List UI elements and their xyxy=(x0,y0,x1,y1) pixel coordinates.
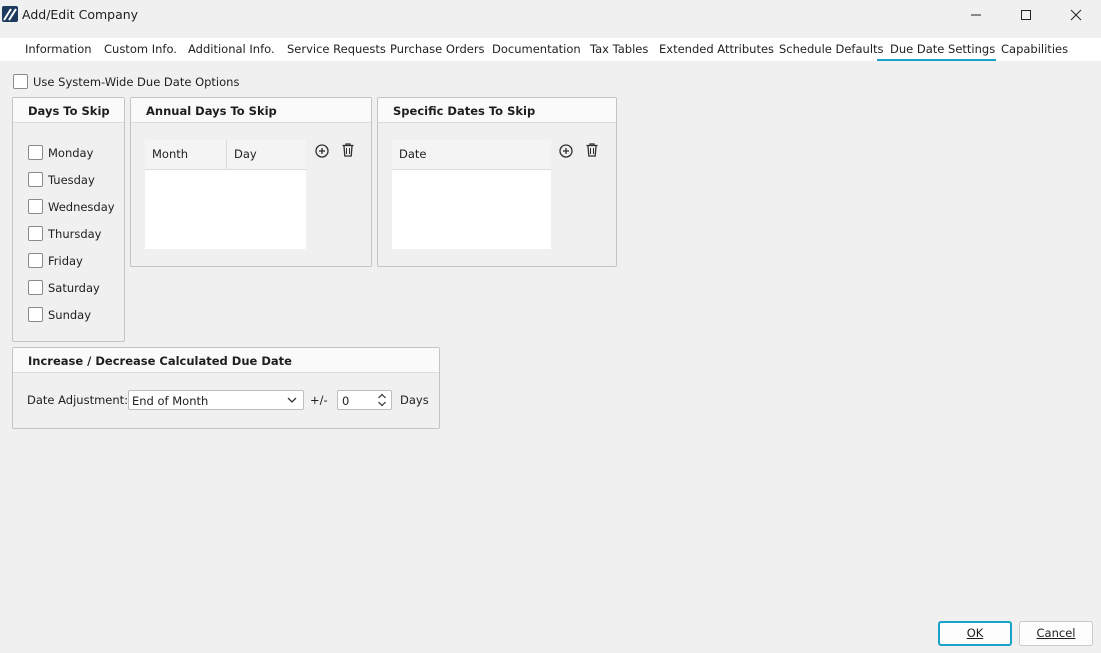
tuesday-label: Tuesday xyxy=(48,173,95,187)
monday-checkbox[interactable] xyxy=(28,145,43,160)
ok-button-label: OK xyxy=(966,626,984,640)
tab-schedule-defaults[interactable]: Schedule Defaults xyxy=(779,38,884,61)
group-header: Increase / Decrease Calculated Due Date xyxy=(13,348,439,373)
tab-strip: Information Custom Info. Additional Info… xyxy=(0,38,1101,61)
date-adjustment-label: Date Adjustment: xyxy=(27,393,129,407)
chevron-down-icon xyxy=(286,394,298,409)
cancel-button[interactable]: Cancel xyxy=(1019,621,1093,646)
add-specific-date-button[interactable] xyxy=(558,143,574,159)
wednesday-label: Wednesday xyxy=(48,200,115,214)
wednesday-checkbox[interactable] xyxy=(28,199,43,214)
specific-dates-group: Specific Dates To Skip Date xyxy=(377,97,617,267)
specific-dates-title: Specific Dates To Skip xyxy=(393,104,536,118)
add-circle-icon xyxy=(559,144,573,158)
trash-icon xyxy=(342,143,354,157)
annual-days-grid[interactable]: Month Day xyxy=(145,140,306,249)
system-wide-checkbox[interactable] xyxy=(13,74,28,89)
tab-purchase-orders[interactable]: Purchase Orders xyxy=(390,38,485,61)
tab-documentation[interactable]: Documentation xyxy=(492,38,581,61)
window-title: Add/Edit Company xyxy=(22,7,139,22)
ok-button[interactable]: OK xyxy=(938,621,1012,646)
adjustment-days-spinner[interactable]: 0 xyxy=(337,390,392,410)
plus-minus-label: +/- xyxy=(310,393,328,407)
sunday-label: Sunday xyxy=(48,308,92,322)
close-icon xyxy=(1070,9,1082,21)
add-circle-icon xyxy=(315,144,329,158)
days-to-skip-group: Days To Skip Monday Tuesday Wednesday Th… xyxy=(12,97,125,342)
adjustment-title: Increase / Decrease Calculated Due Date xyxy=(28,354,292,368)
thursday-checkbox[interactable] xyxy=(28,226,43,241)
annual-days-title: Annual Days To Skip xyxy=(146,104,277,118)
delete-annual-day-button[interactable] xyxy=(340,142,356,158)
monday-label: Monday xyxy=(48,146,94,160)
tab-information[interactable]: Information xyxy=(25,38,92,61)
grid-header: Month Day xyxy=(145,140,306,170)
cancel-button-label: Cancel xyxy=(1036,626,1076,640)
sunday-checkbox[interactable] xyxy=(28,307,43,322)
annual-days-group: Annual Days To Skip Month Day xyxy=(130,97,372,267)
friday-checkbox[interactable] xyxy=(28,253,43,268)
app-logo-icon xyxy=(2,6,18,22)
up-down-arrows-icon[interactable] xyxy=(377,393,387,410)
column-header-month[interactable]: Month xyxy=(145,140,227,170)
tuesday-checkbox[interactable] xyxy=(28,172,43,187)
column-header-date[interactable]: Date xyxy=(392,140,551,170)
group-header: Specific Dates To Skip xyxy=(378,98,616,123)
saturday-checkbox[interactable] xyxy=(28,280,43,295)
maximize-icon xyxy=(1021,10,1031,20)
date-adjustment-select[interactable]: End of Month xyxy=(128,390,304,410)
add-annual-day-button[interactable] xyxy=(314,143,330,159)
adjustment-days-value: 0 xyxy=(342,394,350,408)
tab-additional-info[interactable]: Additional Info. xyxy=(188,38,275,61)
days-to-skip-title: Days To Skip xyxy=(28,104,110,118)
grid-header: Date xyxy=(392,140,551,170)
trash-icon xyxy=(586,143,598,157)
minimize-icon xyxy=(971,14,981,16)
tab-custom-info[interactable]: Custom Info. xyxy=(104,38,177,61)
tab-service-requests[interactable]: Service Requests xyxy=(287,38,386,61)
tab-due-date-settings[interactable]: Due Date Settings xyxy=(877,38,996,61)
days-unit-label: Days xyxy=(400,393,429,407)
system-wide-label: Use System-Wide Due Date Options xyxy=(33,75,240,89)
thursday-label: Thursday xyxy=(48,227,102,241)
specific-dates-grid[interactable]: Date xyxy=(392,140,551,249)
close-button[interactable] xyxy=(1053,0,1099,30)
tab-extended-attributes[interactable]: Extended Attributes xyxy=(659,38,774,61)
due-date-adjustment-group: Increase / Decrease Calculated Due Date … xyxy=(12,347,440,429)
delete-specific-date-button[interactable] xyxy=(584,142,600,158)
date-adjustment-value: End of Month xyxy=(132,394,209,408)
tab-capabilities[interactable]: Capabilities xyxy=(1001,38,1068,61)
friday-label: Friday xyxy=(48,254,83,268)
group-header: Annual Days To Skip xyxy=(131,98,371,123)
minimize-button[interactable] xyxy=(953,0,999,30)
saturday-label: Saturday xyxy=(48,281,100,295)
group-header: Days To Skip xyxy=(13,98,124,123)
title-bar: Add/Edit Company xyxy=(0,0,1101,30)
maximize-button[interactable] xyxy=(1003,0,1049,30)
tab-tax-tables[interactable]: Tax Tables xyxy=(590,38,648,61)
column-header-day[interactable]: Day xyxy=(227,140,306,170)
